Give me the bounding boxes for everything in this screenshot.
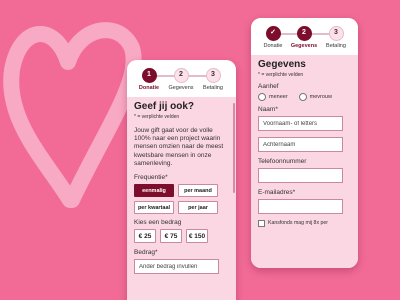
step-number: 2 — [173, 68, 189, 83]
phone-input[interactable] — [258, 168, 343, 183]
check-icon: ✓ — [265, 26, 281, 41]
scrollbar[interactable] — [233, 103, 235, 193]
step-number: 2 — [296, 26, 312, 41]
consent-checkbox[interactable] — [258, 220, 265, 227]
details-phone: ✓ Donatie 2 Gegevens 3 Betaling Gegevens… — [251, 18, 358, 268]
step-betaling[interactable]: 3 Betaling — [318, 18, 354, 49]
phone-label: Telefoonnummer — [258, 158, 307, 165]
custom-amount-label: Bedrag* — [134, 249, 158, 257]
name-label: Naam* — [258, 106, 278, 113]
step-number: 3 — [328, 26, 344, 41]
amount-options: € 25 € 75 € 150 — [134, 229, 229, 244]
step-betaling[interactable]: 3 Betaling — [195, 60, 231, 91]
donation-form: Geef jij ook? * = verplichte velden Jouw… — [127, 97, 236, 300]
step-gegevens[interactable]: 2 Gegevens — [286, 18, 322, 49]
form-title: Gegevens — [258, 59, 306, 70]
stepper: ✓ Donatie 2 Gegevens 3 Betaling — [251, 18, 358, 55]
step-gegevens[interactable]: 2 Gegevens — [163, 60, 199, 91]
stepper: 1 Donatie 2 Gegevens 3 Betaling — [127, 60, 236, 97]
consent-text: Kansfonds mag mij 8x per — [268, 220, 328, 226]
step-label: Betaling — [326, 43, 346, 49]
details-form: Gegevens * = verplichte velden Aanhef me… — [251, 55, 358, 268]
step-number: 1 — [141, 68, 157, 83]
first-name-input[interactable] — [258, 116, 343, 131]
step-label: Betaling — [203, 85, 223, 91]
step-donatie[interactable]: 1 Donatie — [131, 60, 167, 91]
radio-label: meneer — [269, 94, 288, 100]
required-note: * = verplichte velden — [258, 72, 304, 78]
frequency-yearly-button[interactable]: per jaar — [178, 201, 218, 215]
email-label: E-mailadres* — [258, 189, 296, 196]
amount-25-button[interactable]: € 25 — [134, 229, 156, 244]
email-input[interactable] — [258, 199, 343, 214]
frequency-options: eenmalig per maand per kwartaal per jaar — [134, 184, 229, 215]
step-label: Gegevens — [168, 85, 194, 91]
amount-150-button[interactable]: € 150 — [186, 229, 208, 244]
consent-row: Kansfonds mag mij 8x per — [258, 220, 351, 227]
required-note: * = verplichte velden — [134, 114, 180, 120]
form-title: Geef jij ook? — [134, 101, 195, 112]
frequency-monthly-button[interactable]: per maand — [178, 184, 218, 198]
salutation-meneer-radio[interactable] — [258, 93, 266, 101]
frequency-label: Frequentie* — [134, 174, 168, 182]
frequency-once-button[interactable]: eenmalig — [134, 184, 174, 198]
salutation-options: meneer mevrouw — [258, 93, 351, 101]
step-number: 3 — [205, 68, 221, 83]
radio-label: mevrouw — [309, 94, 332, 100]
salutation-mevrouw-radio[interactable] — [298, 93, 307, 101]
frequency-quarterly-button[interactable]: per kwartaal — [134, 201, 174, 215]
intro-paragraph: Jouw gift gaat voor de volle 100% naar e… — [134, 127, 224, 167]
step-label: Donatie — [138, 85, 160, 91]
amount-label: Kies een bedrag — [134, 219, 182, 227]
salutation-label: Aanhef — [258, 83, 279, 90]
donation-phone: 1 Donatie 2 Gegevens 3 Betaling Geef jij… — [127, 60, 236, 300]
step-label: Gegevens — [290, 43, 318, 49]
last-name-input[interactable] — [258, 137, 343, 152]
amount-75-button[interactable]: € 75 — [160, 229, 182, 244]
custom-amount-input[interactable] — [134, 259, 219, 275]
